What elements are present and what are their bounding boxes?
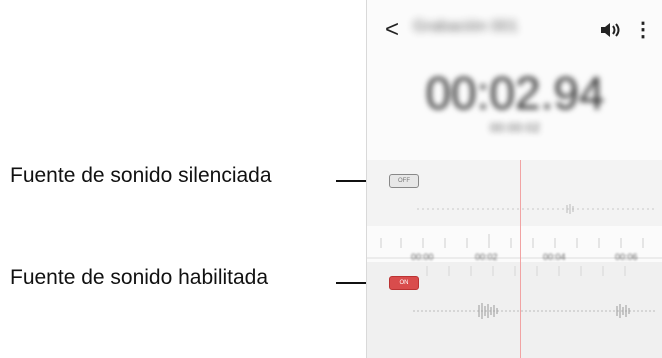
enable-toggle-button[interactable]: ON bbox=[389, 276, 419, 290]
phone-screen: < Grabación 001 ⋮ 00:02.94 00:00:02 OFF bbox=[366, 0, 662, 358]
playhead-line[interactable] bbox=[520, 160, 521, 358]
callout-muted-source: Fuente de sonido silenciada bbox=[10, 164, 272, 187]
elapsed-timer: 00:02.94 bbox=[425, 67, 605, 119]
recording-title: Grabación 001 bbox=[413, 18, 518, 35]
speaker-icon[interactable] bbox=[599, 20, 623, 40]
callout-enabled-source: Fuente de sonido habilitada bbox=[10, 266, 269, 289]
ruler-label: 00:00 bbox=[411, 252, 434, 262]
timeline-ruler: 00:00 00:02 00:04 00:06 bbox=[367, 228, 662, 262]
waveform-enabled bbox=[413, 303, 657, 319]
back-icon[interactable]: < bbox=[385, 18, 399, 42]
ruler-label: 00:06 bbox=[615, 252, 638, 262]
total-time: 00:00:02 bbox=[489, 120, 541, 135]
mute-toggle-button[interactable]: OFF bbox=[389, 174, 419, 188]
ruler-label: 00:04 bbox=[543, 252, 566, 262]
ruler-label: 00:02 bbox=[475, 252, 498, 262]
top-bar: < Grabación 001 ⋮ bbox=[367, 0, 662, 62]
waveform-muted bbox=[417, 204, 657, 214]
more-options-icon[interactable]: ⋮ bbox=[633, 20, 653, 40]
